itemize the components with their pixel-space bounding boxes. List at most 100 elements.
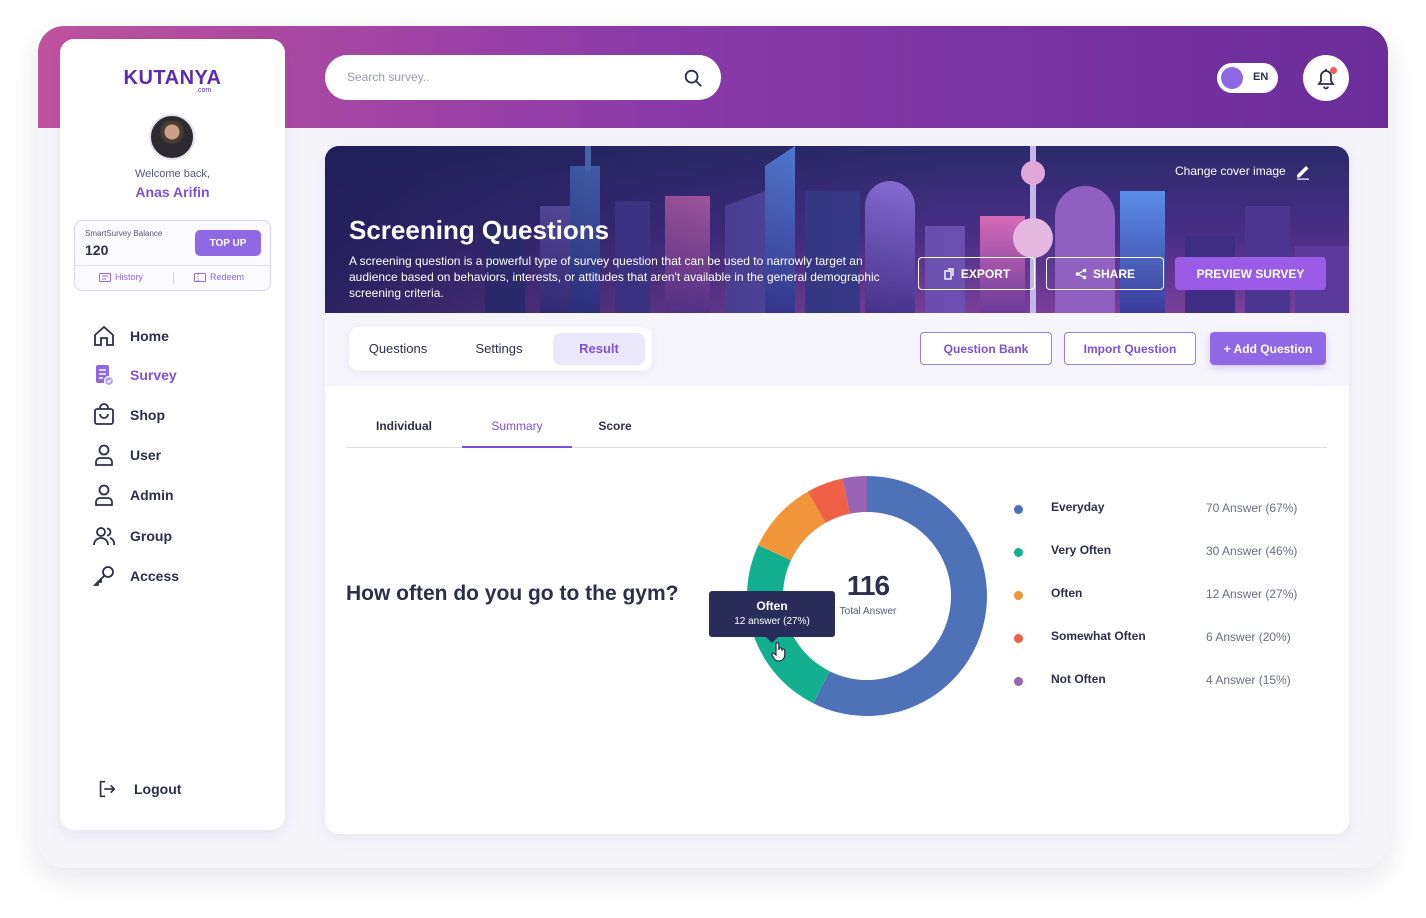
legend-item: Everyday 70 Answer (67%) bbox=[1010, 499, 1320, 519]
view-tabs: Questions Settings Result bbox=[349, 327, 652, 371]
preview-survey-button[interactable]: PREVIEW SURVEY bbox=[1175, 257, 1326, 290]
tab-settings[interactable]: Settings bbox=[453, 333, 545, 365]
history-icon bbox=[99, 272, 111, 282]
legend-item: Somewhat Often 6 Answer (20%) bbox=[1010, 628, 1320, 648]
redeem-link[interactable]: Redeem bbox=[194, 272, 244, 282]
legend-label: Very Often bbox=[1051, 543, 1112, 557]
legend-item: Very Often 30 Answer (46%) bbox=[1010, 542, 1320, 562]
change-cover-label: Change cover image bbox=[1175, 164, 1286, 178]
nav-survey[interactable]: Survey bbox=[92, 362, 177, 388]
legend-dot bbox=[1014, 591, 1023, 600]
subtab-summary[interactable]: Summary bbox=[462, 406, 572, 448]
nav-user[interactable]: User bbox=[92, 442, 161, 468]
nav-group[interactable]: Group bbox=[92, 523, 172, 549]
search-icon[interactable] bbox=[682, 67, 704, 89]
balance-label: SmartSurvey Balance bbox=[85, 229, 163, 238]
avatar[interactable] bbox=[149, 114, 195, 160]
search-bar bbox=[325, 55, 721, 100]
subtab-individual[interactable]: Individual bbox=[346, 406, 462, 448]
question-text: How often do you go to the gym? bbox=[346, 582, 679, 605]
hand-cursor-icon bbox=[771, 642, 786, 662]
survey-card: Change cover image Screening Questions A… bbox=[325, 146, 1349, 834]
redeem-label: Redeem bbox=[210, 272, 245, 282]
question-bank-button[interactable]: Question Bank bbox=[920, 332, 1052, 365]
nav-admin[interactable]: Admin bbox=[92, 482, 174, 508]
legend-label: Often bbox=[1051, 586, 1083, 600]
survey-icon bbox=[96, 365, 115, 387]
total-answer-value: 116 bbox=[846, 570, 890, 601]
sidebar: KUTANYA .com Welcome back, Anas Arifin S… bbox=[60, 39, 285, 830]
balance-value: 120 bbox=[85, 242, 109, 258]
toggle-knob bbox=[1221, 67, 1243, 89]
home-icon bbox=[94, 325, 114, 346]
shop-icon bbox=[94, 403, 114, 425]
add-question-button[interactable]: + Add Question bbox=[1210, 332, 1326, 365]
logout-button[interactable]: Logout bbox=[96, 777, 181, 801]
tab-questions[interactable]: Questions bbox=[355, 333, 441, 365]
legend-value: 12 Answer (27%) bbox=[1206, 587, 1298, 601]
user-name: Anas Arifin bbox=[135, 184, 210, 200]
export-label: EXPORT bbox=[960, 266, 1011, 281]
notification-button[interactable] bbox=[1303, 55, 1349, 101]
export-icon bbox=[944, 267, 954, 280]
change-cover-button[interactable]: Change cover image bbox=[1175, 162, 1312, 180]
notification-badge bbox=[1330, 67, 1337, 74]
nav-label: Group bbox=[130, 528, 172, 544]
legend-label: Somewhat Often bbox=[1051, 629, 1146, 643]
language-label: EN bbox=[1253, 71, 1269, 83]
ticket-icon bbox=[194, 272, 206, 282]
logout-icon bbox=[99, 780, 116, 798]
import-question-button[interactable]: Import Question bbox=[1064, 332, 1196, 365]
nav-shop[interactable]: Shop bbox=[92, 402, 165, 428]
share-icon bbox=[1075, 268, 1087, 279]
search-input[interactable] bbox=[347, 67, 667, 87]
legend-value: 4 Answer (15%) bbox=[1206, 673, 1291, 687]
group-icon bbox=[93, 527, 116, 546]
subtab-score[interactable]: Score bbox=[572, 406, 658, 448]
key-icon bbox=[92, 566, 114, 586]
tooltip-text: 12 answer (27%) bbox=[734, 616, 810, 627]
balance-card: SmartSurvey Balance 120 TOP UP History R… bbox=[74, 220, 272, 291]
survey-description: A screening question is a powerful type … bbox=[349, 254, 880, 300]
nav-label: Admin bbox=[130, 487, 174, 503]
tab-bar: Questions Settings Result Question Bank … bbox=[325, 313, 1349, 386]
legend-dot bbox=[1014, 548, 1023, 557]
brand-logo[interactable]: KUTANYA bbox=[60, 67, 285, 90]
nav-home[interactable]: Home bbox=[92, 323, 169, 349]
survey-title: Screening Questions bbox=[349, 215, 610, 245]
user-icon bbox=[95, 444, 113, 466]
result-subtabs: Individual Summary Score bbox=[346, 406, 1327, 448]
nav-label: User bbox=[130, 447, 162, 463]
chart-tooltip: Often 12 answer (27%) bbox=[709, 591, 835, 643]
welcome-text: Welcome back, bbox=[135, 168, 210, 180]
tab-result[interactable]: Result bbox=[553, 333, 645, 365]
tooltip-title: Often bbox=[756, 599, 788, 613]
cover-image: Change cover image Screening Questions A… bbox=[325, 146, 1349, 313]
legend-item: Not Often 4 Answer (15%) bbox=[1010, 671, 1320, 691]
legend-label: Everyday bbox=[1051, 500, 1105, 514]
history-link[interactable]: History bbox=[99, 272, 143, 282]
nav-access[interactable]: Access bbox=[92, 563, 179, 589]
nav-label: Survey bbox=[130, 367, 177, 383]
nav-label: Shop bbox=[130, 407, 165, 423]
export-button[interactable]: EXPORT bbox=[918, 257, 1035, 290]
share-label: SHARE bbox=[1092, 266, 1135, 281]
legend-dot bbox=[1014, 505, 1023, 514]
legend-value: 6 Answer (20%) bbox=[1206, 630, 1291, 644]
brand-name: KUTANYA bbox=[123, 67, 222, 89]
nav-label: Access bbox=[130, 568, 180, 584]
divider bbox=[173, 272, 174, 284]
legend-item: Often 12 Answer (27%) bbox=[1010, 585, 1320, 605]
nav-label: Home bbox=[130, 328, 169, 344]
share-button[interactable]: SHARE bbox=[1046, 257, 1164, 290]
legend-dot bbox=[1014, 677, 1023, 686]
logout-label: Logout bbox=[134, 781, 182, 797]
history-label: History bbox=[115, 272, 144, 282]
top-up-button[interactable]: TOP UP bbox=[195, 230, 261, 256]
legend-dot bbox=[1014, 634, 1023, 643]
admin-icon bbox=[95, 484, 113, 506]
legend-label: Not Often bbox=[1051, 672, 1106, 686]
language-toggle[interactable]: EN bbox=[1217, 63, 1278, 93]
pencil-icon bbox=[1296, 166, 1309, 180]
total-answer-label: Total Answer bbox=[839, 606, 897, 617]
